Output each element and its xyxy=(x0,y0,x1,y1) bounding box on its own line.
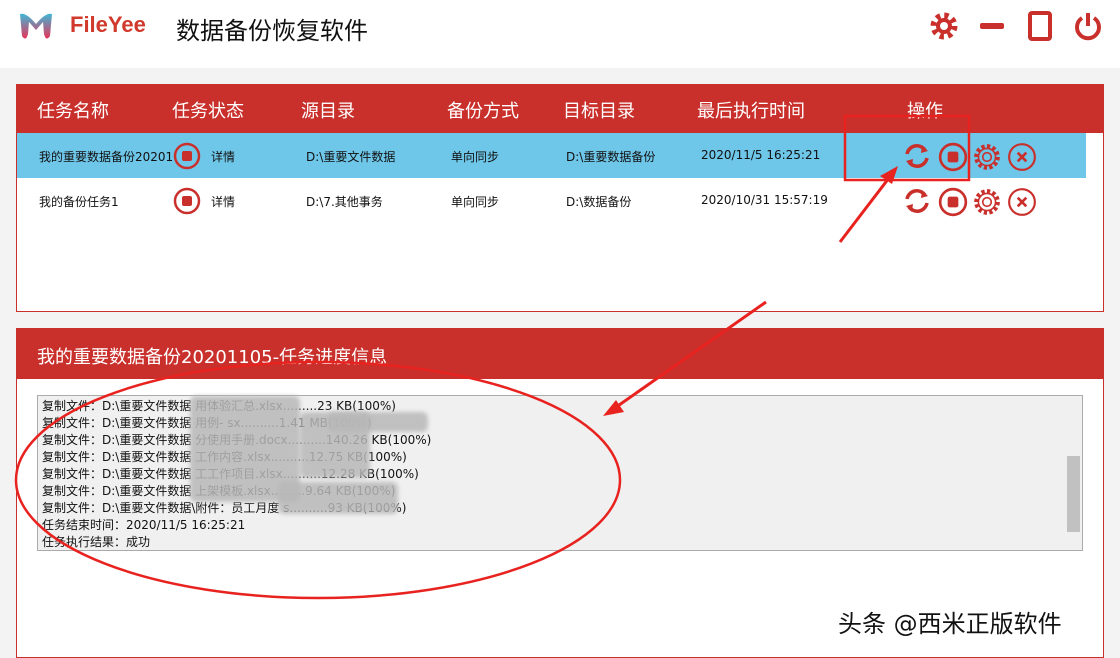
task-list-panel: 任务名称 任务状态 源目录 备份方式 目标目录 最后执行时间 操作 我的重要数据… xyxy=(16,84,1104,312)
sync-icon[interactable] xyxy=(903,187,931,215)
scrollbar[interactable] xyxy=(1065,396,1082,550)
last-run-time: 2020/11/5 16:25:21 xyxy=(701,148,821,162)
target-dir: D:\重要数据备份 xyxy=(566,150,656,164)
delete-icon[interactable] xyxy=(1007,142,1037,172)
log-line: 任务结束时间：2020/11/5 16:25:21 xyxy=(42,518,246,532)
task-name: 我的备份任务1 xyxy=(39,195,119,209)
col-name: 任务名称 xyxy=(37,101,109,122)
title-bar: FileYee 数据备份恢复软件 xyxy=(0,0,1120,68)
table-row[interactable]: 我的重要数据备份20201 详情 D:\重要文件数据 单向同步 D:\重要数据备… xyxy=(17,133,1086,178)
settings-icon[interactable] xyxy=(928,10,960,42)
stop-icon[interactable] xyxy=(173,142,201,170)
blurred-region xyxy=(328,412,428,432)
stop-icon[interactable] xyxy=(173,187,201,215)
col-last-run: 最后执行时间 xyxy=(697,101,805,122)
backup-mode: 单向同步 xyxy=(451,195,500,209)
settings-icon[interactable] xyxy=(972,142,1002,172)
col-mode: 备份方式 xyxy=(447,101,519,122)
col-status: 任务状态 xyxy=(172,101,244,122)
last-run-time: 2020/10/31 15:57:19 xyxy=(701,193,828,207)
col-target: 目标目录 xyxy=(563,101,635,122)
table-row[interactable]: 我的备份任务1 详情 D:\7.其他事务 单向同步 D:\数据备份 2020/1… xyxy=(17,178,1086,223)
maximize-icon[interactable] xyxy=(1024,10,1056,42)
task-name: 我的重要数据备份20201 xyxy=(39,150,174,164)
source-dir: D:\重要文件数据 xyxy=(306,150,396,164)
stop-icon[interactable] xyxy=(938,142,968,172)
source-dir: D:\7.其他事务 xyxy=(306,195,383,209)
minimize-icon[interactable] xyxy=(976,10,1008,42)
progress-log[interactable]: 复制文件：D:\重要文件数据 用体验汇总.xlsx.........23 KB(… xyxy=(37,395,1083,551)
table-header: 任务名称 任务状态 源目录 备份方式 目标目录 最后执行时间 操作 xyxy=(17,85,1103,133)
sync-icon[interactable] xyxy=(903,142,931,170)
power-icon[interactable] xyxy=(1072,10,1104,42)
watermark: 头条 @西米正版软件 xyxy=(838,610,1062,638)
detail-link[interactable]: 详情 xyxy=(211,193,235,210)
brand-name: FileYee xyxy=(70,12,146,37)
blurred-region xyxy=(278,482,398,514)
scrollbar-thumb[interactable] xyxy=(1067,456,1080,532)
backup-mode: 单向同步 xyxy=(451,150,500,164)
target-dir: D:\数据备份 xyxy=(566,195,632,209)
col-source: 源目录 xyxy=(301,101,355,122)
fileyee-logo-icon xyxy=(20,13,52,39)
log-line: 复制文件：D:\重要文件数据\附件：员工月度 s..........93 KB(… xyxy=(42,501,407,515)
col-actions: 操作 xyxy=(907,101,943,122)
stop-icon[interactable] xyxy=(938,187,968,217)
delete-icon[interactable] xyxy=(1007,187,1037,217)
detail-link[interactable]: 详情 xyxy=(211,148,235,165)
log-line: 任务执行结果：成功 xyxy=(42,535,151,549)
settings-icon[interactable] xyxy=(972,187,1002,217)
app-title: 数据备份恢复软件 xyxy=(176,17,368,45)
progress-title: 我的重要数据备份20201105-任务进度信息 xyxy=(17,329,1103,379)
